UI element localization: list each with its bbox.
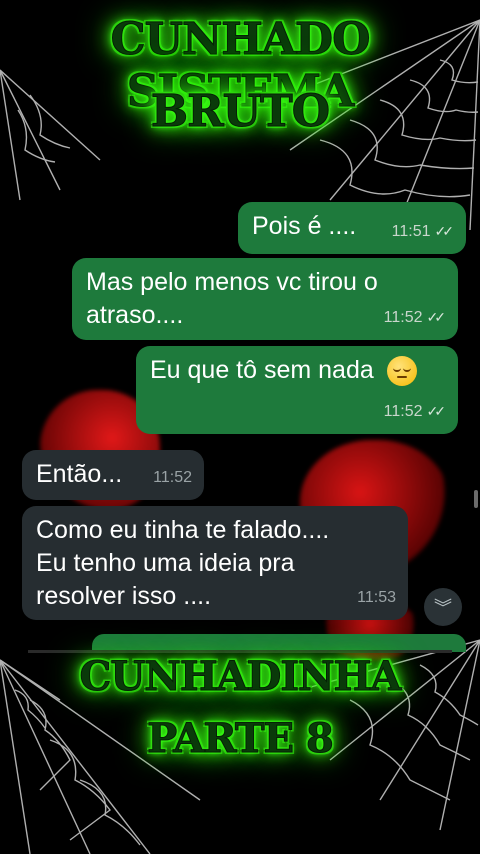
message-text-line: Eu tenho uma ideia pra xyxy=(36,549,295,577)
message-time: 11:52 xyxy=(153,469,192,486)
pensive-face-icon xyxy=(386,356,417,387)
message-meta: 11:52 ✓✓ xyxy=(384,395,446,428)
message-text: Eu que tô sem nada xyxy=(150,356,374,384)
message-time: 11:52 xyxy=(383,403,423,420)
message-bubble-outgoing[interactable]: Eu que tô sem nada 11:52 ✓✓ xyxy=(136,346,458,434)
message-meta: 11:52 xyxy=(153,461,192,494)
double-check-icon: ✓✓ xyxy=(434,223,455,239)
message-text-line: resolver isso .... xyxy=(36,582,212,610)
overlay-title-bottom: CUNHADINHA xyxy=(79,653,402,701)
message-text: Pois é .... xyxy=(252,212,357,240)
scrollbar-thumb[interactable] xyxy=(474,490,478,508)
message-bubble-outgoing[interactable]: Pois é .... 11:51 ✓✓ xyxy=(238,202,466,254)
message-time: 11:53 xyxy=(357,589,396,606)
message-time: 11:51 xyxy=(391,223,431,240)
message-bubble-outgoing[interactable]: Mas pelo menos vc tirou o atraso.... 11:… xyxy=(72,258,458,340)
message-meta: 11:52 ✓✓ xyxy=(384,301,446,334)
message-meta: 11:53 xyxy=(357,581,396,614)
message-text-line: Mas pelo menos vc tirou o xyxy=(86,268,378,296)
chat-screen: CUNHADO SISTEMA BRUTO Pois é .... 11:51 … xyxy=(0,0,480,854)
message-bubble-incoming[interactable]: Como eu tinha te falado.... Eu tenho uma… xyxy=(22,506,408,620)
overlay-title-bottom-second-line: PARTE 8 xyxy=(147,715,335,763)
scroll-to-bottom-button[interactable]: ︾ xyxy=(424,588,462,626)
message-meta: 11:51 ✓✓ xyxy=(392,215,454,248)
message-bubble-incoming[interactable]: Então... 11:52 xyxy=(22,450,204,500)
message-text-line: Como eu tinha te falado.... xyxy=(36,516,330,544)
overlay-title-top-second-line: BRUTO xyxy=(150,86,330,138)
message-time: 11:52 xyxy=(383,309,423,326)
double-check-icon: ✓✓ xyxy=(426,403,447,419)
double-check-icon: ✓✓ xyxy=(426,309,447,325)
message-text: Então... xyxy=(36,460,123,488)
double-chevron-down-icon: ︾ xyxy=(434,598,452,619)
